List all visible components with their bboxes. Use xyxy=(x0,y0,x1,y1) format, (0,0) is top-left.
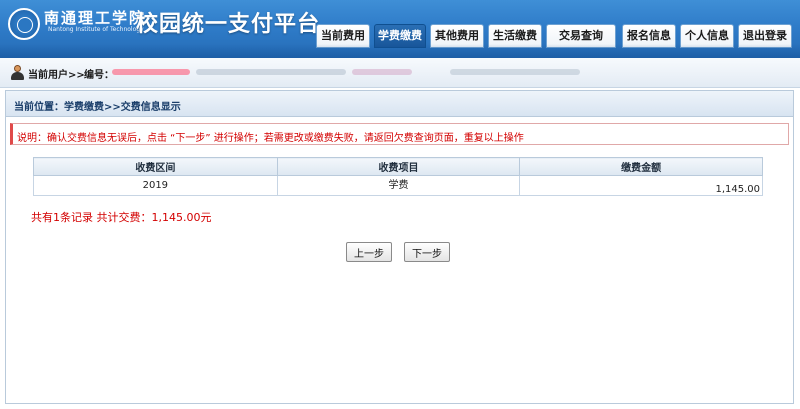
nav-personal-info[interactable]: 个人信息 xyxy=(680,24,734,48)
table-row: 2019 学费 1,145.00 xyxy=(33,175,763,196)
fee-table: 收费区间 收费项目 缴费金额 2019 学费 1,145.00 xyxy=(33,157,763,196)
nav-current-fees[interactable]: 当前费用 xyxy=(316,24,370,48)
redacted-user-info xyxy=(352,69,412,75)
table-header-row: 收费区间 收费项目 缴费金额 xyxy=(33,157,763,176)
breadcrumb: 当前位置：学费缴费>>交费信息显示 xyxy=(6,91,793,117)
nav-living-payment[interactable]: 生活缴费 xyxy=(488,24,542,48)
column-header-amount: 缴费金额 xyxy=(519,157,763,176)
prev-step-button[interactable]: 上一步 xyxy=(346,242,392,262)
school-seal-icon xyxy=(8,8,40,40)
content-panel: 当前位置：学费缴费>>交费信息显示 说明：确认交费信息无误后，点击 “下一步” … xyxy=(5,90,794,404)
column-header-period: 收费区间 xyxy=(33,157,278,176)
notice-box: 说明：确认交费信息无误后，点击 “下一步” 进行操作；若需更改或缴费失败，请返回… xyxy=(10,123,789,145)
cell-period: 2019 xyxy=(33,175,278,196)
notice-text: 说明：确认交费信息无误后，点击 “下一步” 进行操作；若需更改或缴费失败，请返回… xyxy=(17,133,524,144)
user-icon xyxy=(10,65,24,80)
user-id-label: 编号： xyxy=(84,70,114,81)
header-banner: 南通理工学院 Nantong Institute of Technology 校… xyxy=(0,0,800,58)
next-step-button[interactable]: 下一步 xyxy=(404,242,450,262)
nav-registration-info[interactable]: 报名信息 xyxy=(622,24,676,48)
nav-other-fees[interactable]: 其他费用 xyxy=(430,24,484,48)
nav-transaction-query[interactable]: 交易查询 xyxy=(546,24,616,48)
nav-logout[interactable]: 退出登录 xyxy=(738,24,792,48)
redacted-user-info xyxy=(196,69,346,75)
nav-tuition-payment[interactable]: 学费缴费 xyxy=(374,24,426,48)
redacted-user-info xyxy=(450,69,580,75)
cell-item: 学费 xyxy=(276,175,521,196)
cell-amount: 1,145.00 xyxy=(519,175,763,196)
payment-summary: 共有1条记录 共计交费：1,145.00元 xyxy=(31,211,212,224)
current-user-label: 当前用户>> xyxy=(28,70,85,81)
platform-title: 校园统一支付平台 xyxy=(136,12,321,37)
school-name-en: Nantong Institute of Technology xyxy=(48,26,144,33)
breadcrumb-text: 当前位置：学费缴费>>交费信息显示 xyxy=(14,102,181,113)
user-bar: 当前用户>> 编号： xyxy=(0,58,800,88)
school-name: 南通理工学院 xyxy=(44,9,147,27)
column-header-item: 收费项目 xyxy=(276,157,521,176)
redacted-user-info xyxy=(112,69,190,75)
